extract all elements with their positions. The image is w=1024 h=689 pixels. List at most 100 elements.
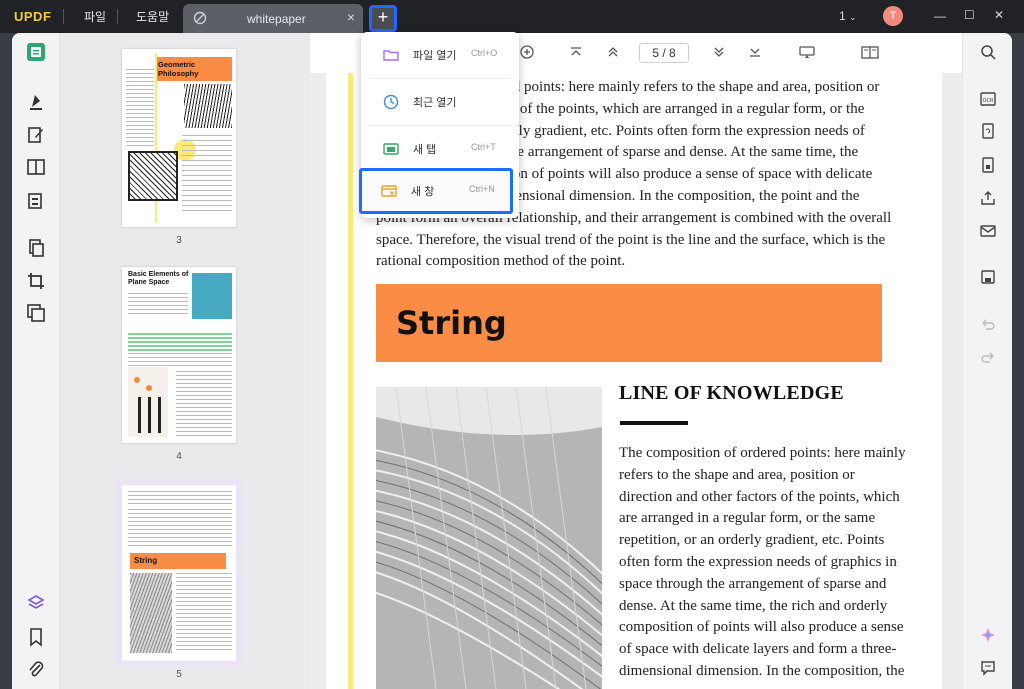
text-line: refers to the shape and area, position o… — [619, 466, 855, 483]
thumbnail-panel: Geometric Philosophy 3 Basic Elements of… — [60, 33, 310, 689]
margin-highlight — [348, 73, 353, 689]
presentation-icon[interactable] — [799, 45, 815, 59]
bookmark-icon[interactable] — [26, 627, 46, 647]
thumb-text — [176, 371, 232, 437]
architecture-photo — [376, 387, 602, 689]
previous-page-icon[interactable] — [606, 45, 620, 59]
text-line: space through the arrangement of sparse … — [619, 575, 887, 592]
thumb-bar — [158, 397, 161, 433]
page-number-input[interactable]: 5 / 8 — [639, 43, 689, 63]
save-icon[interactable] — [980, 269, 996, 285]
zoom-in-icon[interactable] — [520, 45, 534, 59]
layers-icon[interactable] — [26, 593, 46, 613]
page-view-icon[interactable] — [26, 157, 46, 177]
menu-item-new-window[interactable]: 새 창 Ctrl+N — [359, 168, 513, 214]
menu-item-new-tab[interactable]: 새 탭 Ctrl+T — [361, 126, 519, 172]
heading-underline — [620, 421, 688, 425]
menu-item-recent[interactable]: 최근 열기 — [361, 79, 519, 125]
redo-icon[interactable] — [980, 350, 996, 366]
email-icon[interactable] — [980, 223, 996, 239]
architecture-illustration — [376, 387, 602, 689]
thumb-text — [128, 491, 232, 505]
text-line: dimensional dimension. In the compositio… — [619, 662, 905, 679]
last-page-icon[interactable] — [748, 45, 762, 59]
menu-item-shortcut: Ctrl+N — [469, 184, 495, 194]
page-number: 4 — [176, 451, 182, 462]
tab-count[interactable]: 1 ⌄ — [839, 9, 857, 23]
tab-whitepaper[interactable]: whitepaper × — [183, 4, 363, 33]
thumb-bar — [148, 397, 151, 433]
convert-icon[interactable] — [980, 123, 996, 139]
tab-close-icon[interactable]: × — [347, 9, 355, 25]
next-page-icon[interactable] — [712, 45, 726, 59]
right-tool-rail: OCR — [962, 33, 1012, 689]
text-line: of space with delicate layers and form a… — [619, 641, 897, 658]
ai-assistant-icon[interactable] — [980, 627, 996, 643]
menu-item-label: 파일 열기 — [413, 50, 457, 62]
clock-icon — [383, 94, 399, 110]
crop-icon[interactable] — [26, 271, 46, 291]
page-thumbnail[interactable]: Basic Elements of Plane Space — [122, 267, 236, 443]
reader-icon[interactable] — [26, 42, 46, 62]
new-window-icon — [381, 185, 397, 197]
layers-pages-icon[interactable] — [26, 303, 46, 323]
thumb-title: String — [134, 556, 158, 565]
minimize-button[interactable]: — — [934, 9, 946, 23]
thumb-title: Geometric Philosophy — [158, 60, 199, 78]
page-thumbnail[interactable]: Geometric Philosophy — [122, 49, 236, 227]
text-line: composition of points will also produce … — [619, 619, 904, 636]
divider — [63, 9, 64, 24]
text-line: dense. At the same time, the rich and or… — [619, 597, 888, 614]
page-layout-icon[interactable] — [861, 45, 879, 59]
comment-icon[interactable] — [26, 91, 46, 111]
text-line: rational composition method of the point… — [376, 253, 626, 270]
form-icon[interactable] — [26, 191, 46, 211]
undo-icon[interactable] — [980, 317, 996, 333]
protect-icon[interactable] — [980, 157, 996, 173]
updf-logo: UPDF — [14, 9, 52, 24]
menu-file[interactable]: 파일 — [84, 8, 106, 25]
new-tab-button[interactable]: + — [369, 5, 397, 32]
new-tab-menu: 파일 열기 Ctrl+O 최근 열기 새 탭 Ctrl+T 새 창 Ctrl+N — [359, 32, 519, 218]
ocr-icon[interactable]: OCR — [980, 91, 996, 107]
thumb-title: Basic Elements of Plane Space — [128, 271, 189, 286]
title-bar: UPDF 파일 도움말 whitepaper × + 1 ⌄ T — ☐ ✕ — [0, 0, 1024, 33]
text-line: The composition of ordered points: here … — [619, 445, 906, 461]
text-line: space. Therefore, the visual trend of th… — [376, 231, 886, 248]
section-body: The composition of ordered points: here … — [619, 443, 924, 683]
attachment-icon[interactable] — [26, 659, 46, 679]
menu-item-open-file[interactable]: 파일 열기 Ctrl+O — [361, 32, 519, 78]
thumb-text — [176, 573, 232, 653]
unlinked-icon — [193, 11, 207, 25]
thumb-dot — [134, 377, 140, 383]
thumb-text — [128, 293, 188, 317]
thumb-image — [130, 573, 172, 653]
menu-item-shortcut: Ctrl+O — [471, 48, 498, 58]
edit-icon[interactable] — [26, 125, 46, 145]
thumb-image — [128, 151, 178, 201]
thumb-text — [182, 135, 232, 215]
thumb-dot — [146, 385, 152, 391]
thumb-bar — [138, 397, 141, 433]
chevron-down-icon: ⌄ — [849, 12, 857, 22]
text-line: direction and other factors of the point… — [619, 488, 900, 505]
menu-item-shortcut: Ctrl+T — [471, 142, 496, 152]
share-icon[interactable] — [980, 190, 996, 206]
menu-help[interactable]: 도움말 — [136, 8, 169, 25]
new-tab-icon — [383, 143, 399, 155]
close-button[interactable]: ✕ — [994, 8, 1004, 22]
thumb-text — [128, 509, 232, 549]
search-icon[interactable] — [980, 44, 996, 60]
first-page-icon[interactable] — [569, 45, 583, 59]
feedback-icon[interactable] — [980, 660, 996, 676]
text-line: often form the expression needs of graph… — [619, 553, 897, 570]
maximize-button[interactable]: ☐ — [964, 8, 975, 22]
text-line: repetition, or an orderly gradient, etc.… — [619, 532, 885, 549]
avatar[interactable]: T — [883, 6, 903, 26]
page-thumbnail-selected[interactable]: String — [116, 479, 242, 667]
organize-pages-icon[interactable] — [26, 238, 46, 258]
divider — [117, 9, 118, 24]
string-banner: String — [376, 284, 882, 362]
thumb-text — [128, 353, 232, 367]
thumb-image — [192, 273, 232, 319]
